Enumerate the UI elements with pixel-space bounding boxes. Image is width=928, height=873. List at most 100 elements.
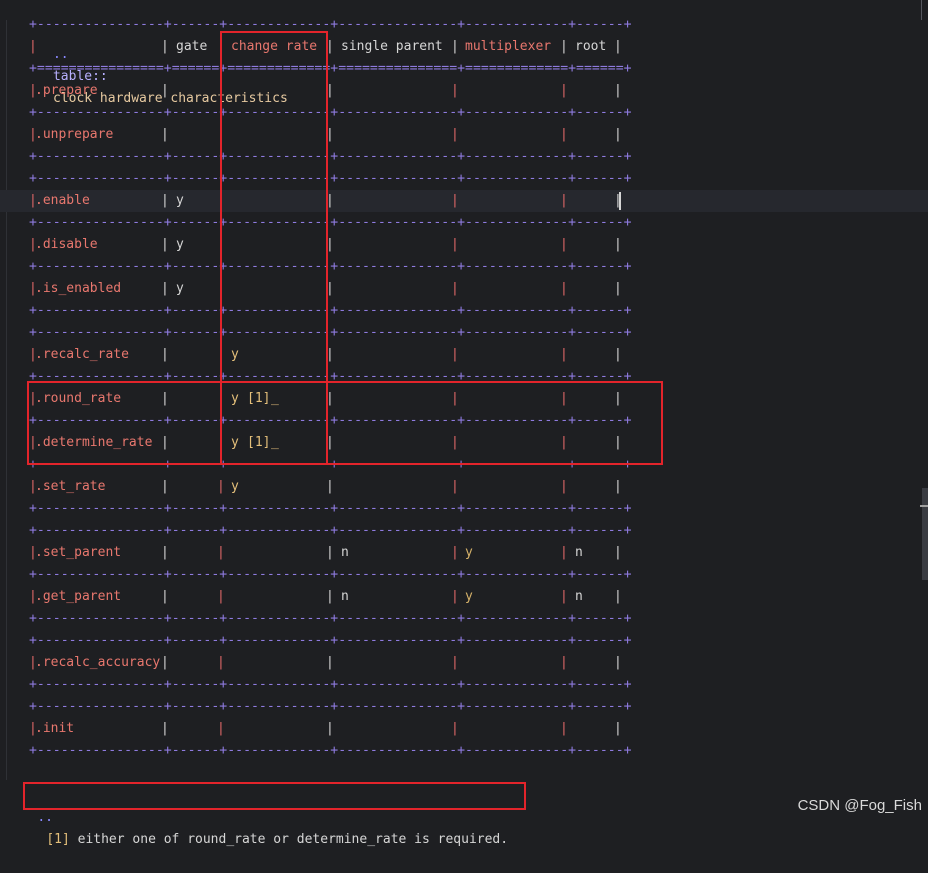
op-name: .set_parent bbox=[35, 545, 122, 560]
cell-border: | bbox=[451, 721, 459, 736]
cell-border: | bbox=[560, 237, 568, 252]
cell-border: | bbox=[217, 655, 225, 670]
cell-border: | bbox=[614, 347, 622, 362]
cell-border: | bbox=[560, 347, 568, 362]
cell-border: | bbox=[161, 281, 169, 296]
row-separator: +----------------+------+-------------+-… bbox=[29, 215, 632, 230]
op-name: .enable bbox=[35, 193, 90, 208]
cell-border: | bbox=[560, 281, 568, 296]
cell-border: | bbox=[451, 237, 459, 252]
cell-border: | bbox=[217, 479, 225, 494]
row-separator: +----------------+------+-------------+-… bbox=[29, 633, 632, 648]
row-separator: +----------------+------+-------------+-… bbox=[29, 149, 632, 164]
cell-border: | bbox=[560, 83, 568, 98]
cell-border: | bbox=[326, 655, 334, 670]
row-separator: +----------------+------+-------------+-… bbox=[29, 259, 632, 274]
cell-border: | bbox=[161, 479, 169, 494]
footnote-highlight bbox=[23, 782, 526, 810]
op-name: .prepare bbox=[35, 83, 98, 98]
op-name: .recalc_rate bbox=[35, 347, 129, 362]
op-name: .recalc_accuracy bbox=[35, 655, 161, 670]
cell-single-parent: n bbox=[341, 589, 349, 604]
footnote-text: either one of round_rate or determine_ra… bbox=[69, 832, 509, 847]
indent-guide bbox=[6, 20, 7, 780]
cell-border: | bbox=[217, 589, 225, 604]
watermark: CSDN @Fog_Fish bbox=[797, 797, 922, 814]
cell-border: | bbox=[451, 479, 459, 494]
row-separator: +----------------+------+-------------+-… bbox=[29, 699, 632, 714]
row-separator: +----------------+------+-------------+-… bbox=[29, 171, 632, 186]
row-separator: +----------------+------+-------------+-… bbox=[29, 105, 632, 120]
cell-multiplexer: y bbox=[465, 589, 473, 604]
cell-border: | bbox=[161, 655, 169, 670]
cell-gate: y bbox=[176, 193, 184, 208]
cell-border: | bbox=[614, 127, 622, 142]
cell-border: | bbox=[451, 127, 459, 142]
cell-border: | bbox=[161, 347, 169, 362]
rate-rows-highlight bbox=[27, 381, 663, 465]
cell-border: | bbox=[560, 545, 568, 560]
row-separator: +----------------+------+-------------+-… bbox=[29, 677, 632, 692]
vertical-scrollbar[interactable] bbox=[922, 488, 928, 580]
footnote-dots: .. bbox=[37, 810, 53, 825]
cell-border: | bbox=[451, 83, 459, 98]
row-separator: +----------------+------+-------------+-… bbox=[29, 567, 632, 582]
cell-root: n bbox=[575, 545, 583, 560]
code-editor[interactable]: .. table:: clock hardware characteristic… bbox=[0, 0, 928, 847]
cell-border: | bbox=[161, 39, 169, 54]
footnote-ref: [1] bbox=[46, 832, 70, 847]
cell-gate: y bbox=[176, 281, 184, 296]
cell-border: | bbox=[217, 721, 225, 736]
cell-change-rate: y bbox=[231, 479, 239, 494]
cell-border: | bbox=[451, 347, 459, 362]
row-separator: +----------------+------+-------------+-… bbox=[29, 501, 632, 516]
cell-border: | bbox=[451, 193, 459, 208]
scrollbar-marker bbox=[920, 505, 928, 507]
cell-border: | bbox=[451, 281, 459, 296]
cell-border: | bbox=[326, 545, 334, 560]
cell-border: | bbox=[614, 479, 622, 494]
cell-multiplexer: y bbox=[465, 545, 473, 560]
cell-border: | bbox=[161, 127, 169, 142]
cell-border: | bbox=[614, 589, 622, 604]
cell-border: | bbox=[560, 721, 568, 736]
row-separator: +----------------+------+-------------+-… bbox=[29, 611, 632, 626]
cell-border: | bbox=[560, 39, 568, 54]
cell-border: | bbox=[614, 721, 622, 736]
cell-border: | bbox=[560, 479, 568, 494]
header-single-parent: single parent bbox=[341, 39, 443, 54]
header-root: root bbox=[575, 39, 607, 54]
op-name: .init bbox=[35, 721, 75, 736]
cell-border: | bbox=[217, 545, 225, 560]
cell-border: | bbox=[326, 479, 334, 494]
text-cursor bbox=[619, 192, 621, 210]
op-name: .disable bbox=[35, 237, 98, 252]
cell-border: | bbox=[161, 193, 169, 208]
editor-right-edge bbox=[921, 0, 922, 20]
header-multiplexer: multiplexer bbox=[465, 39, 552, 54]
row-separator: +----------------+------+-------------+-… bbox=[29, 325, 632, 340]
cell-border: | bbox=[451, 655, 459, 670]
cell-border: | bbox=[161, 721, 169, 736]
directive-line[interactable]: .. table:: clock hardware characteristic… bbox=[0, 0, 288, 106]
cell-border: | bbox=[614, 39, 622, 54]
cell-border: | bbox=[614, 83, 622, 98]
cell-border: | bbox=[161, 589, 169, 604]
cell-border: | bbox=[326, 721, 334, 736]
cell-border: | bbox=[161, 545, 169, 560]
cell-single-parent: n bbox=[341, 545, 349, 560]
header-gate: gate bbox=[176, 39, 208, 54]
cell-border: | bbox=[560, 193, 568, 208]
cell-border: | bbox=[161, 83, 169, 98]
cell-border: | bbox=[614, 281, 622, 296]
cell-border: | bbox=[560, 127, 568, 142]
op-name: .set_rate bbox=[35, 479, 106, 494]
cell-border: | bbox=[29, 39, 37, 54]
cell-border: | bbox=[451, 589, 459, 604]
row-separator: +----------------+------+-------------+-… bbox=[29, 17, 632, 32]
header-separator: +================+======+=============+=… bbox=[29, 61, 632, 76]
cell-border: | bbox=[560, 589, 568, 604]
current-line-highlight bbox=[0, 190, 928, 212]
cell-root: n bbox=[575, 589, 583, 604]
cell-gate: y bbox=[176, 237, 184, 252]
